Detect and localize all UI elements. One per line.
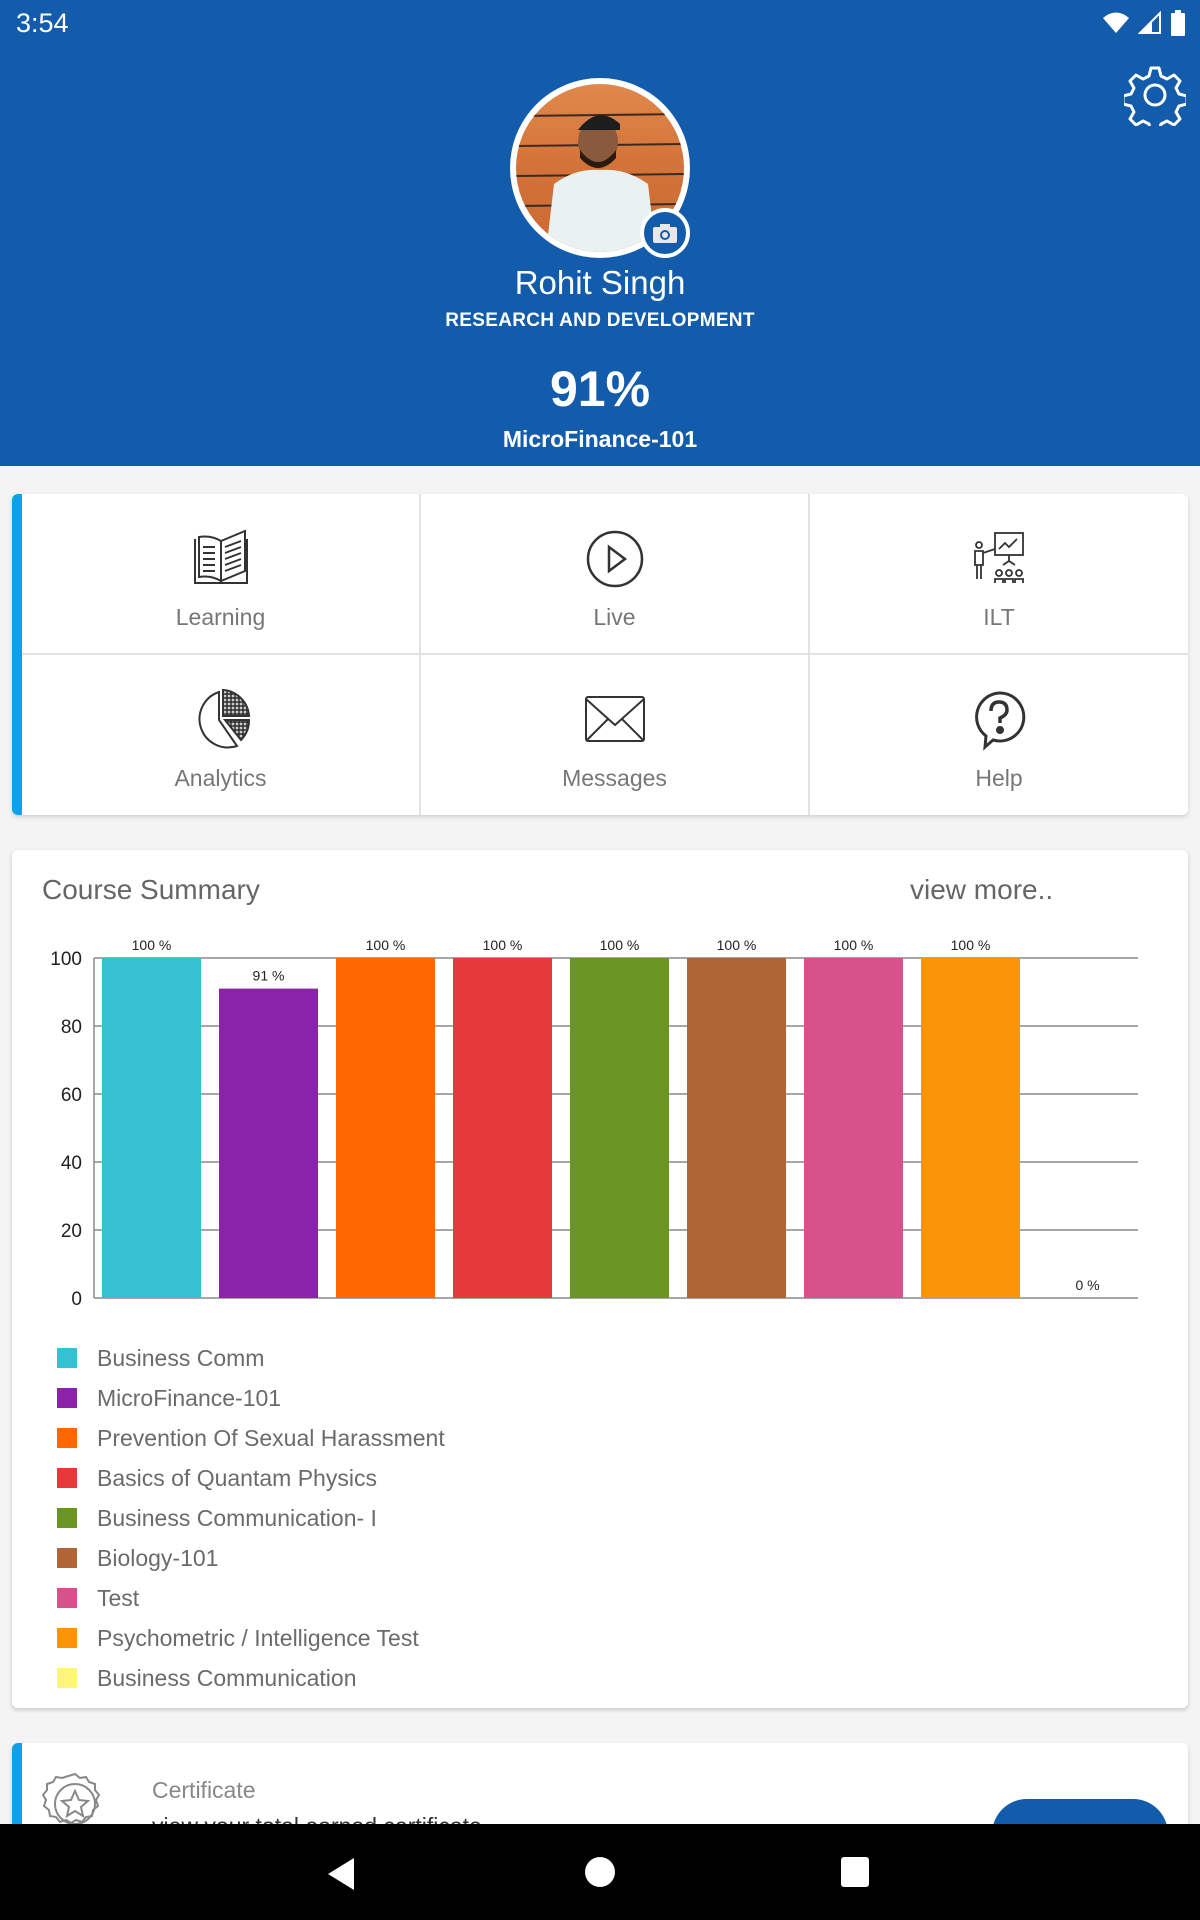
legend-item: Basics of Quantam Physics — [57, 1458, 445, 1498]
menu-tile-messages[interactable]: Messages — [421, 655, 810, 815]
battery-icon — [1171, 10, 1185, 36]
bar — [804, 958, 903, 1298]
menu-tile-label: Analytics — [174, 765, 267, 791]
pie-chart-icon — [198, 688, 250, 749]
legend-label: Business Communication- I — [97, 1504, 377, 1531]
bar-value-label: 0 % — [1075, 1277, 1099, 1293]
legend-label: Test — [97, 1584, 140, 1611]
certificate-title: Certificate — [152, 1777, 256, 1803]
bar — [453, 958, 552, 1298]
legend-item: Psychometric / Intelligence Test — [57, 1618, 445, 1658]
legend-swatch — [57, 1548, 77, 1568]
settings-gear-icon[interactable] — [1124, 64, 1186, 126]
legend-swatch — [57, 1428, 77, 1448]
bar-value-label: 100 % — [483, 937, 523, 953]
menu-tile-label: Learning — [175, 604, 266, 630]
book-icon — [193, 529, 248, 584]
legend-swatch — [57, 1668, 77, 1688]
recents-button-icon[interactable] — [840, 1856, 870, 1888]
menu-tile-label: ILT — [983, 604, 1015, 630]
signal-icon — [1138, 11, 1161, 34]
system-nav-bar — [0, 1824, 1200, 1920]
menu-tile-label: Messages — [562, 765, 667, 791]
status-time: 3:54 — [16, 8, 69, 38]
card-accent-bar — [12, 494, 22, 815]
play-circle-icon — [586, 530, 643, 588]
y-tick-label: 0 — [71, 1289, 82, 1310]
bar — [102, 958, 201, 1298]
course-summary-card: Course Summary view more.. 0 20 40 60 80 100 1… — [12, 850, 1188, 1708]
bar — [921, 958, 1020, 1298]
legend-label: Basics of Quantam Physics — [97, 1464, 377, 1491]
legend-label: MicroFinance-101 — [97, 1384, 282, 1411]
menu-tile-analytics[interactable]: Analytics — [22, 655, 421, 815]
menu-tile-learning[interactable]: Learning — [22, 494, 421, 655]
legend-swatch — [57, 1588, 77, 1608]
y-tick-label: 40 — [61, 1153, 82, 1174]
legend-item: Prevention Of Sexual Harassment — [57, 1418, 445, 1458]
menu-tile-label: Help — [975, 765, 1023, 791]
camera-icon — [653, 224, 677, 243]
legend-item: Business Communication — [57, 1658, 445, 1698]
current-course-name: MicroFinance-101 — [502, 426, 698, 452]
legend-item: Biology-101 — [57, 1538, 445, 1578]
menu-tile-live[interactable]: Live — [421, 494, 810, 655]
help-bubble-icon — [975, 691, 1026, 751]
bar-value-label: 100 % — [717, 937, 757, 953]
home-button-icon[interactable] — [584, 1856, 616, 1888]
wifi-icon — [1103, 12, 1129, 33]
y-tick-label: 100 — [50, 949, 82, 970]
legend-item: Test — [57, 1578, 445, 1618]
legend-swatch — [57, 1468, 77, 1488]
course-summary-chart: 0 20 40 60 80 100 100 % 91 % 100 % 100 % 100 % 100 … — [50, 937, 1138, 1310]
bar — [687, 958, 786, 1298]
bar-value-label: 100 % — [366, 937, 406, 953]
change-photo-button[interactable] — [640, 208, 690, 258]
profile-header: 3:54 Rohit Singh RESEARCH AND DEVELOPMEN… — [0, 0, 1200, 466]
legend-label: Business Communication — [97, 1664, 357, 1691]
presentation-icon — [974, 532, 1024, 583]
bar — [219, 988, 318, 1298]
bar — [570, 958, 669, 1298]
legend-swatch — [57, 1508, 77, 1528]
y-tick-label: 60 — [61, 1085, 82, 1106]
legend-item: Business Comm — [57, 1338, 445, 1378]
bar — [336, 958, 435, 1298]
legend-swatch — [57, 1388, 77, 1408]
bar-value-label: 91 % — [253, 968, 285, 984]
legend-label: Prevention Of Sexual Harassment — [97, 1424, 445, 1451]
bar-value-label: 100 % — [834, 937, 874, 953]
legend-label: Psychometric / Intelligence Test — [97, 1624, 419, 1651]
bar-value-label: 100 % — [951, 937, 991, 953]
menu-tile-ilt[interactable]: ILT — [810, 494, 1188, 655]
menu-tile-label: Live — [593, 604, 636, 630]
bar-value-label: 100 % — [600, 937, 640, 953]
legend-label: Biology-101 — [97, 1544, 219, 1571]
y-tick-label: 20 — [61, 1221, 82, 1242]
y-tick-label: 80 — [61, 1017, 82, 1038]
status-icons — [1102, 10, 1186, 36]
menu-grid-card: Learning Live ILT Analytics Messages Hel… — [12, 494, 1188, 815]
legend-item: MicroFinance-101 — [57, 1378, 445, 1418]
menu-tile-help[interactable]: Help — [810, 655, 1188, 815]
user-department: RESEARCH AND DEVELOPMENT — [445, 310, 755, 331]
envelope-icon — [584, 696, 645, 742]
legend-item: Business Communication- I — [57, 1498, 445, 1538]
legend-swatch — [57, 1628, 77, 1648]
course-progress-percent: 91% — [549, 361, 651, 417]
chart-legend: Business Comm MicroFinance-101 Prevention … — [57, 1338, 445, 1698]
legend-label: Business Comm — [97, 1344, 265, 1371]
back-button-icon[interactable] — [326, 1856, 356, 1892]
legend-swatch — [57, 1348, 77, 1368]
bar-value-label: 100 % — [132, 937, 172, 953]
user-name: Rohit Singh — [514, 264, 686, 301]
